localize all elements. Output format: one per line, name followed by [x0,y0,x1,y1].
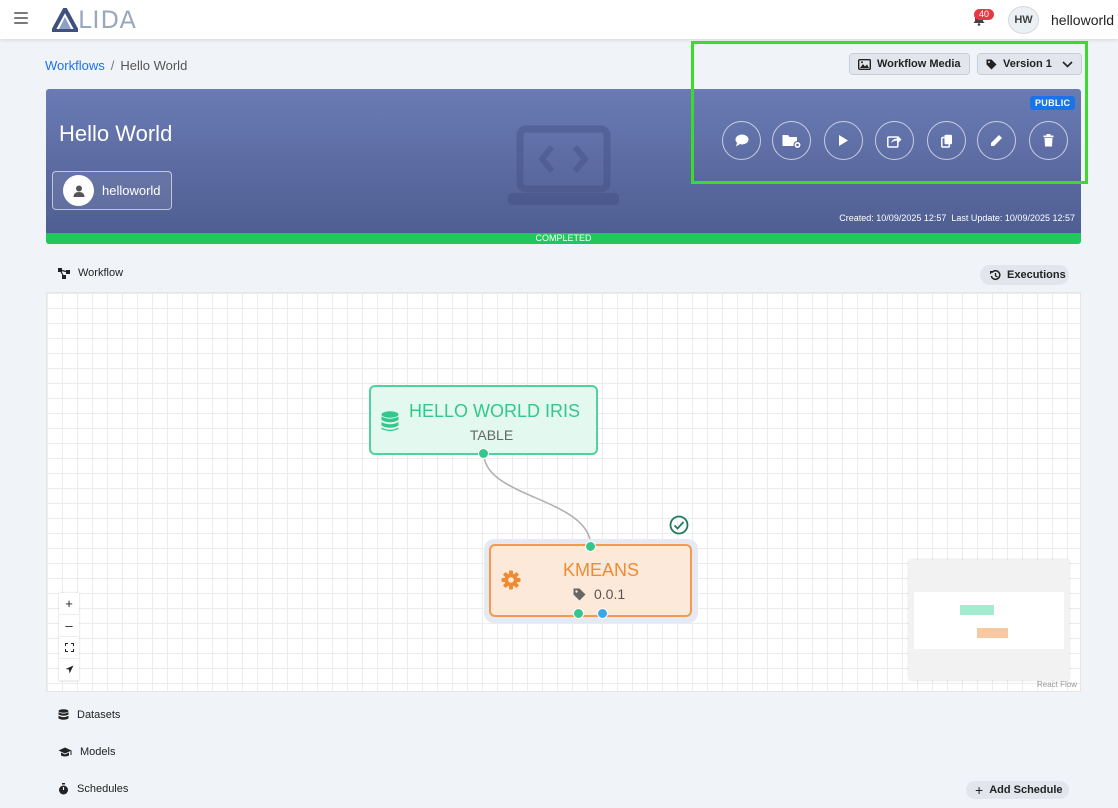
datasets-section-label: Datasets [77,709,121,721]
workflow-title: Hello World [59,121,173,146]
workflow-section-header[interactable]: Workflow [58,267,123,279]
folder-settings-icon [782,134,801,149]
model-node[interactable]: KMEANS 0.0.1 [489,544,692,617]
comment-button[interactable] [722,121,761,160]
workflow-canvas[interactable]: HELLO WORLD IRIS TABLE KMEANS 0.0.1 + – … [46,292,1081,692]
top-bar: LIDA 40 HW helloworld [0,0,1118,39]
version-label: Version 1 [1003,58,1052,70]
minimap-viewport [914,592,1064,649]
minimap-model-node [977,628,1008,638]
folder-settings-button[interactable] [772,121,811,160]
react-flow-attribution[interactable]: React Flow [1037,680,1077,689]
dataset-node[interactable]: HELLO WORLD IRIS TABLE [369,385,598,455]
comment-icon [735,134,748,147]
edit-icon [991,135,1002,146]
model-input-handle[interactable] [585,541,596,552]
database-icon [58,709,69,720]
breadcrumb-workflows-link[interactable]: Workflows [45,58,105,73]
visibility-badge: PUBLIC [1030,96,1076,110]
add-schedule-button[interactable]: + Add Schedule [966,781,1069,799]
model-node-title: KMEANS [563,560,640,580]
minimap[interactable] [909,560,1069,680]
notification-badge: 40 [974,9,995,20]
dataset-node-title: HELLO WORLD IRIS [409,401,581,421]
menu-icon[interactable] [14,12,28,24]
copy-icon [940,134,952,148]
zoom-out-button[interactable]: – [59,615,79,637]
tag-icon [573,588,586,600]
fullscreen-icon [64,643,74,652]
play-icon [839,135,848,146]
dataset-output-handle[interactable] [478,448,489,459]
model-node-version: 0.0.1 [573,586,625,602]
image-icon [858,58,871,70]
stopwatch-icon [59,783,68,795]
dataset-node-type: TABLE [469,427,514,443]
breadcrumb-separator: / [110,58,115,73]
minimap-dataset-node [960,605,994,615]
model-output-handle[interactable] [573,608,584,619]
datasets-section-header[interactable]: Datasets [58,709,120,721]
copy-button[interactable] [927,121,966,160]
interactive-toggle-button[interactable] [59,659,79,681]
plus-icon: + [975,782,984,798]
workflow-media-label: Workflow Media [877,58,961,70]
schedules-section-header[interactable]: Schedules [58,783,128,795]
edit-button[interactable] [977,121,1016,160]
workflow-header-card: Hello World helloworld PUBLIC Created: 1… [46,89,1081,233]
check-circle-icon [669,515,689,535]
laptop-code-icon [508,125,619,205]
delete-icon [1043,134,1054,147]
delete-button[interactable] [1029,121,1068,160]
models-section-header[interactable]: Models [58,746,115,758]
logo-text: LIDA [78,6,137,34]
zoom-controls: + – [59,593,79,681]
executions-button[interactable]: Executions [980,265,1069,285]
created-timestamp: Created: 10/09/2025 12:57 [839,213,947,223]
timestamps: Created: 10/09/2025 12:57 Last Update: 1… [839,213,1075,223]
owner-name: helloworld [102,183,161,198]
run-button[interactable] [824,121,863,160]
share-button[interactable] [875,121,914,160]
history-icon [990,269,1001,280]
schedules-section-label: Schedules [77,783,129,795]
models-section-label: Models [80,746,116,758]
executions-label: Executions [1007,269,1066,281]
owner-chip[interactable]: helloworld [52,171,172,210]
tag-icon [986,59,997,69]
logo[interactable]: LIDA [52,6,137,34]
breadcrumb-current: Hello World [120,58,188,73]
workflow-media-button[interactable]: Workflow Media [849,53,970,75]
updated-timestamp: Last Update: 10/09/2025 12:57 [951,213,1075,223]
user-avatar-icon [63,175,94,206]
workflow-section-label: Workflow [78,267,124,279]
avatar[interactable]: HW [1008,6,1039,34]
gear-icon [501,570,521,590]
add-schedule-label: Add Schedule [989,784,1063,796]
version-select[interactable]: Version 1 [977,53,1082,75]
fit-view-button[interactable] [59,637,79,659]
breadcrumb: Workflows / Hello World [45,58,187,73]
logo-triangle-icon [52,8,78,32]
status-bar: COMPLETED [46,233,1081,244]
graduation-cap-icon [58,747,72,756]
model-output-handle-secondary[interactable] [597,608,608,619]
chevron-down-icon [1062,60,1073,68]
workflow-icon [58,267,70,279]
zoom-in-button[interactable]: + [59,593,79,615]
username[interactable]: helloworld [1051,12,1114,28]
model-version-text: 0.0.1 [594,586,626,602]
location-arrow-icon [65,665,73,674]
share-icon [887,135,902,148]
